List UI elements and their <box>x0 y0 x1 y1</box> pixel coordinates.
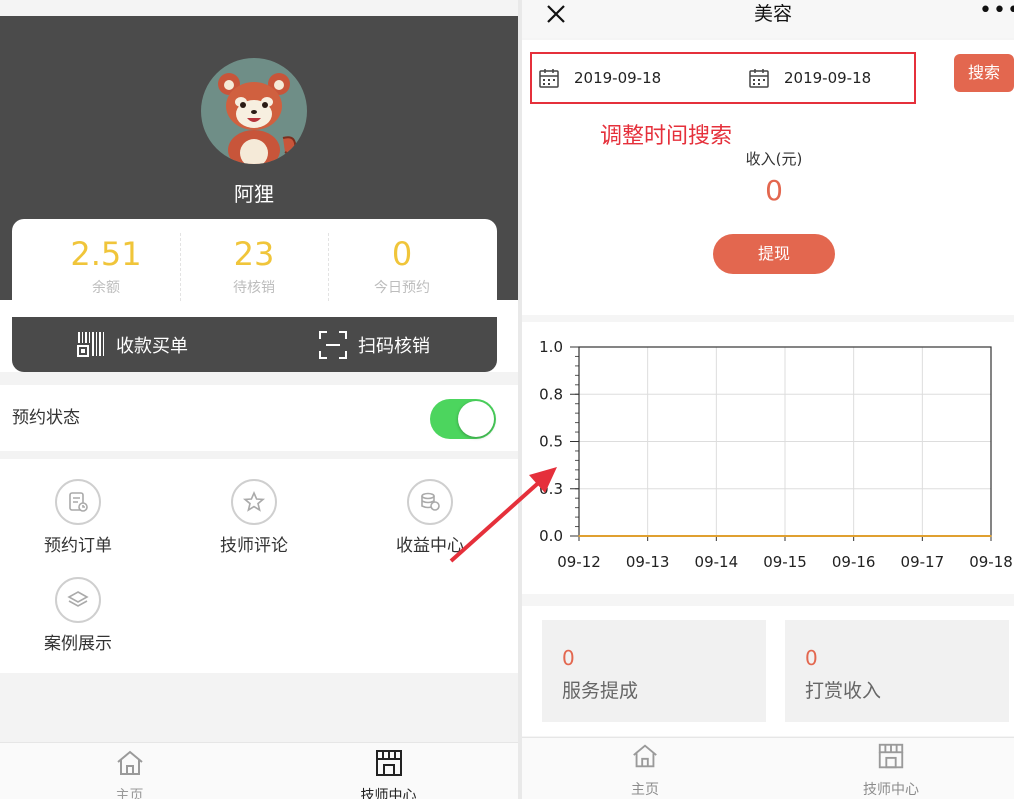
quick-actions-bar: 收款买单 扫码核销 <box>12 317 497 372</box>
card-label: 打赏收入 <box>805 680 882 702</box>
income-breakdown-panel: 0 服务提成 0 打赏收入 <box>522 606 1014 736</box>
scan-redeem-label: 扫码核销 <box>358 335 430 357</box>
withdraw-button[interactable]: 提现 <box>713 234 835 274</box>
data-point <box>715 535 718 537</box>
data-point <box>921 535 924 537</box>
date-range-highlight: 2019-09-18 2019-09-18 <box>530 52 916 104</box>
stats-card: 2.51 余额 23 待核销 0 今日预约 <box>12 219 497 317</box>
x-tick-label: 09-18 <box>969 553 1013 571</box>
tab-technician-center[interactable]: 技师中心 <box>259 743 518 799</box>
data-point <box>646 535 649 537</box>
collect-payment-label: 收款买单 <box>116 335 188 357</box>
annotation-arrow-icon <box>449 467 557 563</box>
stat-value: 23 <box>233 235 275 273</box>
tab-technician-center[interactable]: 技师中心 <box>768 738 1014 799</box>
status-strip <box>0 0 518 16</box>
toggle-knob <box>458 401 494 437</box>
y-tick-label: 0.8 <box>539 385 563 403</box>
home-icon <box>633 744 657 768</box>
income-filter-panel: 2019-09-18 2019-09-18 搜索 调整时间搜索 收入(元) 0 … <box>522 40 1014 315</box>
tab-label: 技师中心 <box>360 788 417 799</box>
appointment-status-label: 预约状态 <box>12 408 80 428</box>
x-tick-label: 09-17 <box>901 553 945 571</box>
shop-icon <box>878 743 904 769</box>
shop-icon <box>375 750 402 776</box>
order-icon <box>55 479 101 525</box>
collect-payment-button[interactable]: 收款买单 <box>76 317 188 372</box>
income-chart-panel: 09-12 09-13 09-14 09-15 09-16 09-17 09-18 1.0 0.… <box>522 322 1014 594</box>
stat-today-appointments[interactable]: 0 今日预约 <box>328 219 476 317</box>
stat-label: 今日预约 <box>374 280 430 296</box>
tab-bar: 主页 技师中心 <box>522 737 1014 799</box>
income-line-chart: 09-12 09-13 09-14 09-15 09-16 09-17 09-181.00.… <box>539 338 1013 571</box>
appointment-status-toggle[interactable] <box>430 399 496 439</box>
tab-home[interactable]: 主页 <box>0 743 259 799</box>
barcode-icon <box>77 331 104 357</box>
end-date-value: 2019-09-18 <box>784 69 872 87</box>
tab-home[interactable]: 主页 <box>522 738 768 799</box>
data-point <box>578 535 580 537</box>
stat-label: 余额 <box>92 280 120 296</box>
stat-pending-redeem[interactable]: 23 待核销 <box>180 219 328 317</box>
grid-item-label: 案例展示 <box>44 634 112 654</box>
more-button[interactable]: ••• <box>979 0 1014 22</box>
function-grid: 预约订单 技师评论 收益中心 案例展示 <box>0 459 518 673</box>
data-point <box>990 535 992 537</box>
start-date-value: 2019-09-18 <box>574 69 662 87</box>
tab-label: 主页 <box>631 782 659 798</box>
y-tick-label: 1.0 <box>539 338 563 356</box>
home-icon <box>116 750 143 775</box>
annotation-text: 调整时间搜索 <box>600 124 733 149</box>
data-point <box>852 535 855 537</box>
tip-income-card[interactable]: 0 打赏收入 <box>785 620 1009 722</box>
x-tick-label: 09-15 <box>763 553 807 571</box>
user-name: 阿狸 <box>234 182 274 206</box>
calendar-icon <box>539 69 559 88</box>
stat-value: 2.51 <box>70 235 142 273</box>
end-date-picker[interactable]: 2019-09-18 <box>748 54 871 102</box>
tab-label: 技师中心 <box>863 782 919 798</box>
tab-bar: 主页 技师中心 <box>0 742 518 799</box>
data-point <box>784 535 786 537</box>
x-tick-label: 09-14 <box>695 553 739 571</box>
search-button[interactable]: 搜索 <box>954 54 1014 92</box>
stat-label: 待核销 <box>233 280 275 296</box>
income-value: 0 <box>765 174 783 207</box>
avatar[interactable] <box>201 58 307 164</box>
card-value: 0 <box>562 646 575 670</box>
nav-bar: 美容 ••• <box>522 0 1014 38</box>
x-tick-label: 09-13 <box>626 553 670 571</box>
scan-redeem-button[interactable]: 扫码核销 <box>318 317 430 372</box>
stat-balance[interactable]: 2.51 余额 <box>32 219 180 317</box>
page-title: 美容 <box>753 3 792 25</box>
grid-item-orders[interactable]: 预约订单 <box>18 479 138 556</box>
tab-label: 主页 <box>115 788 144 799</box>
technician-center-screen: 阿狸 2.51 余额 23 待核销 0 今日预约 收款买单 扫码核销 预约状态 … <box>0 0 518 799</box>
earnings-center-screen: 美容 ••• 2019-09-18 2019-09-18 搜索 调整时间搜索 收… <box>522 0 1014 799</box>
card-label: 服务提成 <box>562 680 639 702</box>
card-value: 0 <box>805 646 818 670</box>
scan-icon <box>319 330 347 359</box>
grid-item-label: 预约订单 <box>44 536 112 556</box>
calendar-icon <box>749 69 769 88</box>
close-icon[interactable] <box>544 2 568 26</box>
grid-item-showcase[interactable]: 案例展示 <box>18 577 138 654</box>
star-icon <box>231 479 277 525</box>
appointment-status-row: 预约状态 <box>0 385 518 451</box>
y-tick-label: 0.5 <box>539 433 563 451</box>
layers-icon <box>55 577 101 623</box>
x-tick-label: 09-16 <box>832 553 876 571</box>
red-panda-avatar-icon <box>218 73 297 164</box>
grid-item-label: 技师评论 <box>220 536 288 556</box>
service-commission-card[interactable]: 0 服务提成 <box>542 620 766 722</box>
grid-item-reviews[interactable]: 技师评论 <box>194 479 314 556</box>
stat-value: 0 <box>391 235 413 273</box>
income-label: 收入(元) <box>745 150 803 168</box>
start-date-picker[interactable]: 2019-09-18 <box>538 54 661 102</box>
